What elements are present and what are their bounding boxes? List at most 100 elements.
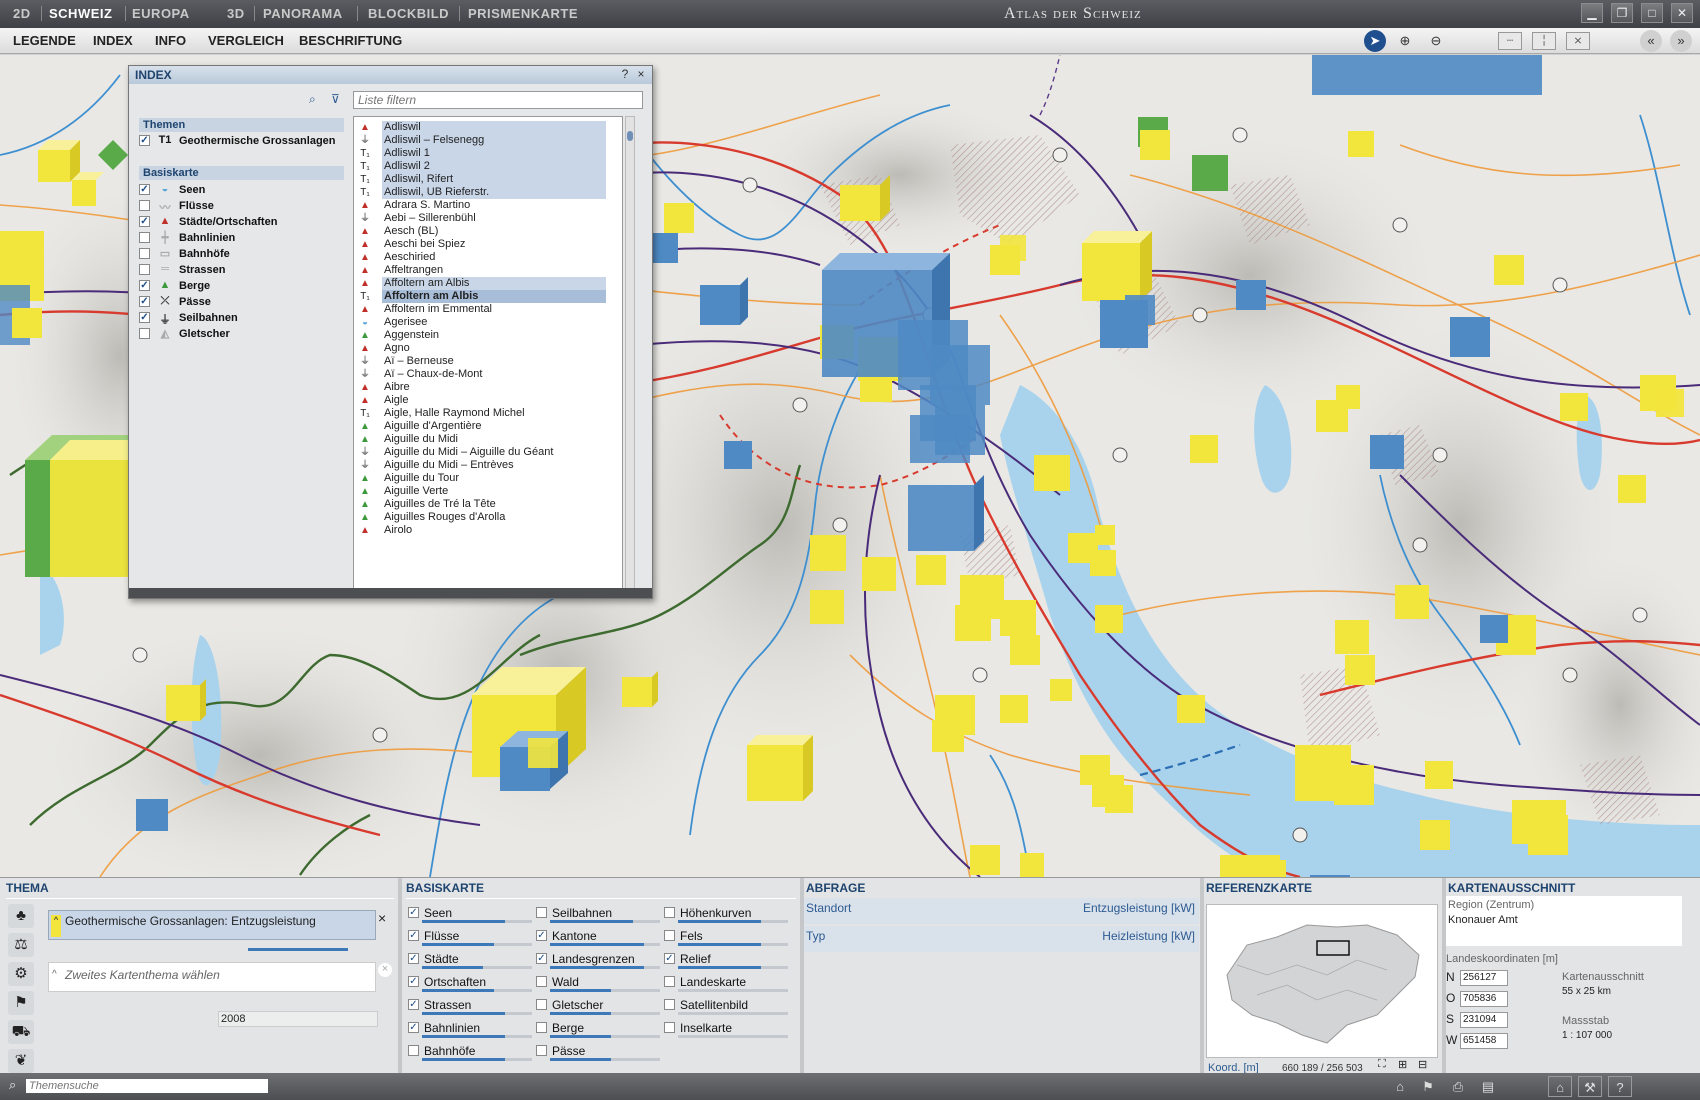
minimize-icon[interactable]: ▁ [1581, 3, 1603, 23]
list-item[interactable]: ▲ Aggenstein [356, 329, 608, 342]
checkbox[interactable] [536, 1045, 547, 1056]
opacity-slider[interactable] [422, 1058, 532, 1061]
list-item[interactable]: ▲ Affeltrangen [356, 264, 608, 277]
opacity-slider[interactable] [422, 1035, 532, 1038]
list-item[interactable]: ⏚ Adliswil – Felsenegg [356, 134, 608, 147]
list-item[interactable]: ▲ Aiguilles Rouges d'Arolla [356, 511, 608, 524]
help-icon[interactable]: ? [1608, 1076, 1632, 1097]
theme-opacity-slider[interactable] [248, 948, 348, 951]
checkbox[interactable]: ✓ [664, 953, 675, 964]
index-list[interactable]: ▲ Adliswil ⏚ Adliswil – Felsenegg T₁ Adliswil… [353, 116, 623, 593]
filter-input[interactable] [353, 91, 643, 109]
list-item[interactable]: ▲ Aesch (BL) [356, 225, 608, 238]
economy-icon[interactable]: ⚙ [8, 962, 34, 986]
list-item[interactable]: T₁ Affoltern am Albis [356, 290, 608, 303]
menu-legende[interactable]: LEGENDE [13, 33, 76, 48]
basemap-layer-toggle[interactable]: ✓ Städte [408, 950, 534, 969]
list-item[interactable]: ▲ Aiguille Verte [356, 485, 608, 498]
back-icon[interactable]: « [1640, 30, 1662, 52]
basemap-layer-toggle[interactable]: Bahnhöfe [408, 1042, 534, 1061]
basemap-layer-toggle[interactable]: Gletscher [536, 996, 662, 1015]
pointer-icon[interactable]: ➤ [1364, 30, 1386, 52]
checkbox[interactable]: ✓ [139, 296, 150, 307]
checkbox[interactable] [139, 328, 150, 339]
house-icon[interactable]: ⌂ [1548, 1076, 1572, 1097]
list-item[interactable]: ⏚ Aiguille du Midi – Entrèves [356, 459, 608, 472]
map-folder-icon[interactable]: ▤ [1476, 1076, 1500, 1097]
basemap-layer-toggle[interactable]: Satellitenbild [664, 996, 790, 1015]
opacity-slider[interactable] [422, 989, 532, 992]
profile-icon[interactable]: ┄ [1498, 32, 1522, 50]
basemap-layer-toggle[interactable]: Landeskarte [664, 973, 790, 992]
checkbox[interactable] [139, 232, 150, 243]
list-item[interactable]: ⏚ Aiguille du Midi – Aiguille du Géant [356, 446, 608, 459]
filter-icon[interactable]: ⊽ [331, 92, 340, 106]
bookmark-icon[interactable]: ⚑ [1416, 1076, 1440, 1097]
menu-info[interactable]: INFO [155, 33, 186, 48]
checkbox[interactable]: ✓ [536, 930, 547, 941]
checkbox[interactable] [536, 999, 547, 1010]
compare-icon[interactable]: ⨯ [1566, 32, 1590, 50]
checkbox[interactable]: ✓ [408, 930, 419, 941]
tab-europa[interactable]: EUROPA [132, 6, 190, 21]
basemap-layer-toggle[interactable]: ✓ Flüsse [408, 927, 534, 946]
primary-theme-field[interactable]: ^ Geothermische Grossanlagen: Entzugslei… [48, 910, 376, 940]
list-item[interactable]: ▲ Airolo [356, 524, 608, 537]
checkbox[interactable] [664, 907, 675, 918]
checkbox[interactable] [664, 1022, 675, 1033]
opacity-slider[interactable] [678, 1012, 788, 1015]
basemap-layer-toggle[interactable]: Höhenkurven [664, 904, 790, 923]
restore-icon[interactable]: ❐ [1611, 3, 1633, 23]
basemap-layer-toggle[interactable]: Berge [536, 1019, 662, 1038]
checkbox[interactable] [139, 248, 150, 259]
opacity-slider[interactable] [422, 1012, 532, 1015]
list-item[interactable]: ▲ Adliswil [356, 121, 608, 134]
menu-beschriftung[interactable]: BESCHRIFTUNG [299, 33, 402, 48]
opacity-slider[interactable] [678, 966, 788, 969]
opacity-slider[interactable] [422, 920, 532, 923]
opacity-slider[interactable] [678, 920, 788, 923]
traffic-icon[interactable]: ⛟ [8, 1020, 34, 1044]
coord-field[interactable]: 256127 [1460, 970, 1508, 986]
help-icon[interactable]: ? [618, 67, 632, 81]
list-item[interactable]: T₁ Aigle, Halle Raymond Michel [356, 407, 608, 420]
list-item[interactable]: ⏚ Aï – Chaux-de-Mont [356, 368, 608, 381]
basemap-layer-toggle[interactable]: Fels [664, 927, 790, 946]
checkbox[interactable] [664, 999, 675, 1010]
list-item[interactable]: ▲ Aibre [356, 381, 608, 394]
zoom-in-small-icon[interactable]: ⊞ [1398, 1058, 1407, 1071]
checkbox[interactable]: ✓ [408, 907, 419, 918]
basemap-layer-toggle[interactable]: Pässe [536, 1042, 662, 1061]
list-item[interactable]: T₁ Adliswil 2 [356, 160, 608, 173]
secondary-theme-field[interactable]: ^ Zweites Kartenthema wählen [48, 962, 376, 992]
opacity-slider[interactable] [550, 966, 660, 969]
checkbox[interactable]: ✓ [408, 953, 419, 964]
list-item[interactable]: ▲ Agno [356, 342, 608, 355]
basemap-layer-toggle[interactable]: ✓ Strassen [408, 996, 534, 1015]
zoom-out-small-icon[interactable]: ⊟ [1418, 1058, 1427, 1071]
checkbox[interactable]: ✓ [408, 1022, 419, 1033]
home-icon[interactable]: ⌂ [1388, 1076, 1412, 1097]
menu-vergleich[interactable]: VERGLEICH [208, 33, 284, 48]
list-item[interactable]: T₁ Adliswil 1 [356, 147, 608, 160]
list-item[interactable]: ▲ Affoltern am Albis [356, 277, 608, 290]
opacity-slider[interactable] [550, 989, 660, 992]
checkbox[interactable]: ✓ [139, 184, 150, 195]
query-row-typ[interactable]: Typ Heizleistung [kW] [804, 926, 1199, 952]
society-icon[interactable]: ⚖ [8, 933, 34, 957]
print-icon[interactable]: ⎙ [1446, 1076, 1470, 1097]
zoom-in-icon[interactable]: ⊕ [1394, 30, 1416, 52]
checkbox[interactable]: ✓ [408, 999, 419, 1010]
nature-icon[interactable]: ♣ [8, 904, 34, 928]
opacity-slider[interactable] [550, 1058, 660, 1061]
basemap-layer-toggle[interactable]: ✓ Relief [664, 950, 790, 969]
tab-panorama[interactable]: PANORAMA [263, 6, 343, 21]
checkbox[interactable] [536, 907, 547, 918]
tab-2d[interactable]: 2D [13, 6, 31, 21]
opacity-slider[interactable] [550, 1035, 660, 1038]
tab-prismenkarte[interactable]: PRISMENKARTE [468, 6, 578, 21]
checkbox[interactable] [408, 1045, 419, 1056]
reference-map[interactable] [1206, 904, 1438, 1058]
tools-icon[interactable]: ⚒ [1578, 1076, 1602, 1097]
tab-blockbild[interactable]: BLOCKBILD [368, 6, 449, 21]
